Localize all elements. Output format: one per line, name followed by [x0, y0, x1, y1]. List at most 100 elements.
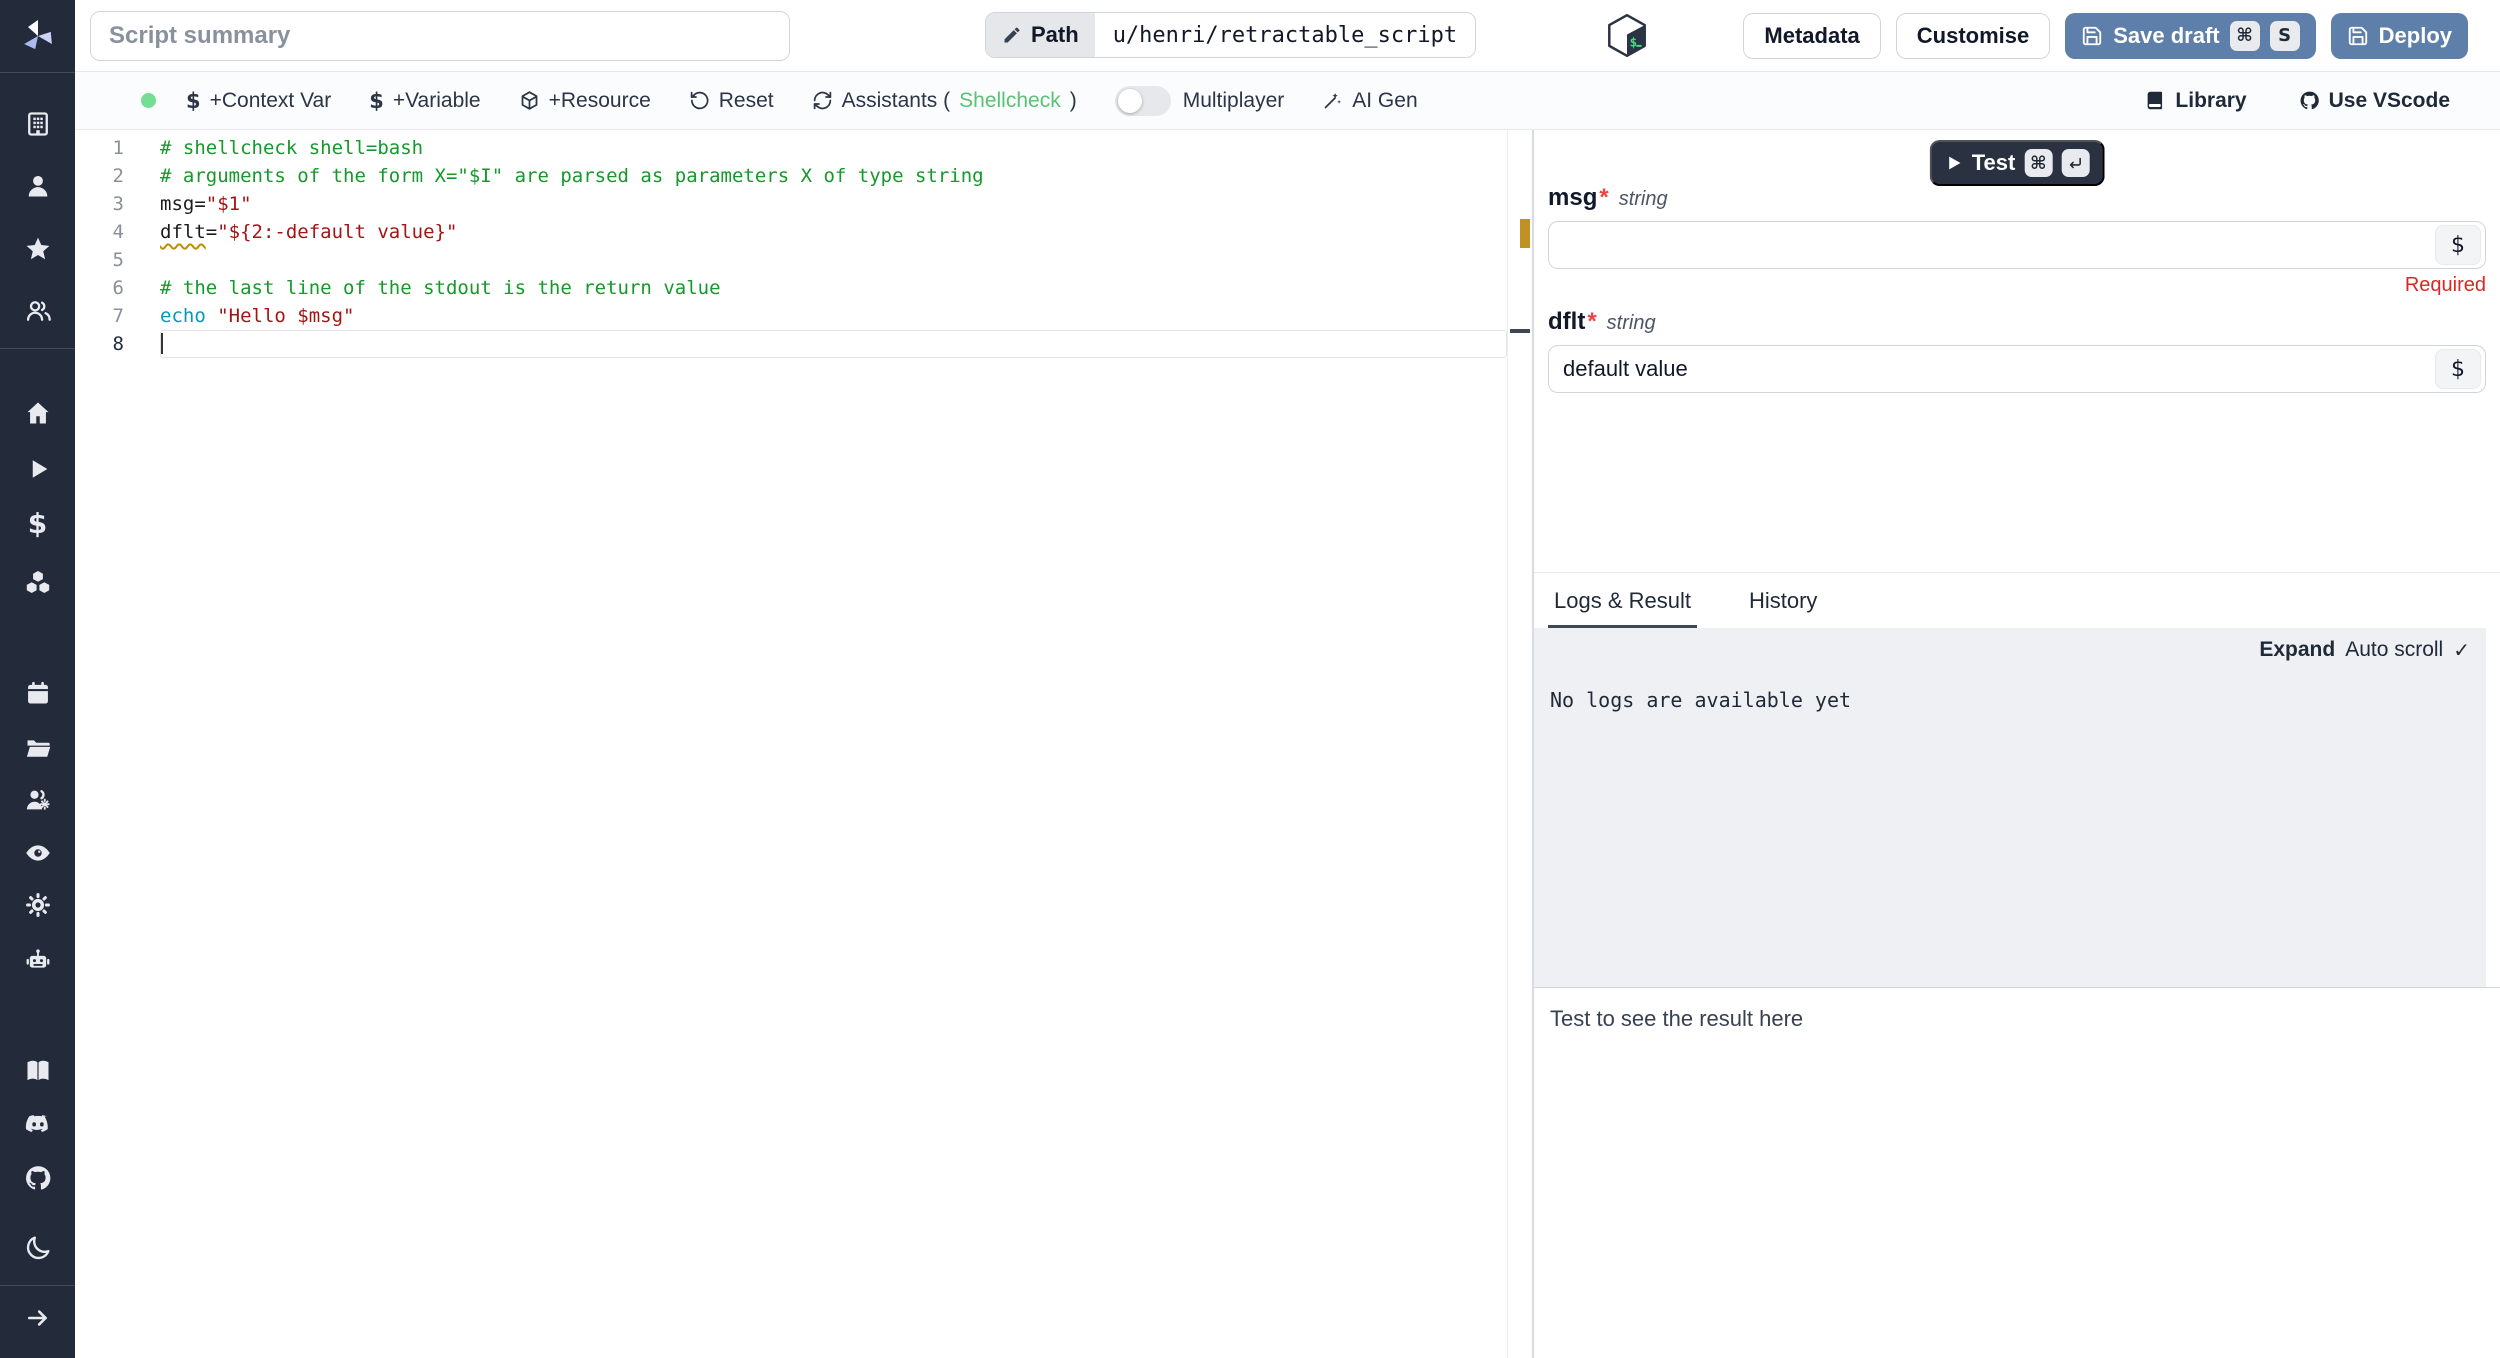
sidebar-item-schedules[interactable] [0, 665, 75, 721]
ai-gen-button[interactable]: AI Gen [1322, 88, 1418, 113]
metadata-button[interactable]: Metadata [1743, 12, 1881, 59]
topbar: Path u/henri/retractable_script $ Metada… [75, 0, 2500, 72]
msg-input[interactable] [1548, 221, 2486, 269]
add-variable-button[interactable]: $ +Variable [369, 89, 480, 113]
code-line[interactable]: # shellcheck shell=bash [160, 134, 1507, 162]
code-editor[interactable]: 1 2 3 4 5 6 7 8 # shellcheck shell=bash … [75, 130, 1532, 1358]
kbd-s: S [2269, 20, 2300, 51]
sidebar-item-users[interactable] [0, 283, 75, 339]
moon-icon [26, 1236, 50, 1260]
msg-variable-picker-button[interactable]: $ [2435, 225, 2481, 265]
book-icon [2148, 91, 2163, 110]
sidebar-item-runs[interactable] [0, 441, 75, 497]
code-line[interactable]: echo "Hello $msg" [160, 302, 1507, 330]
wand-icon [1324, 93, 1342, 109]
use-vscode-button[interactable]: Use VScode [2299, 89, 2450, 113]
sidebar-item-favorites[interactable] [0, 221, 75, 277]
code-token: "${2:-default value}" [217, 221, 458, 243]
reset-label: Reset [718, 88, 774, 112]
bash-language-icon: $ [1608, 13, 1646, 58]
sidebar-divider [0, 348, 75, 349]
logs-viewport: Expand Auto scroll ✓ No logs are availab… [1534, 628, 2486, 987]
sidebar-item-workers[interactable] [0, 932, 75, 988]
sidebar-item-github[interactable] [0, 1150, 75, 1206]
deploy-button[interactable]: Deploy [2330, 12, 2468, 59]
warning-marker [1520, 219, 1530, 248]
save-draft-button[interactable]: Save draft ⌘ S [2065, 12, 2316, 59]
sidebar-item-workspace[interactable] [0, 96, 75, 152]
line-numbers: 1 2 3 4 5 6 7 8 [75, 134, 160, 358]
add-resource-button[interactable]: +Resource [519, 89, 651, 113]
sidebar-item-groups[interactable] [0, 772, 75, 828]
sidebar-item-variables[interactable]: $ [0, 496, 75, 552]
autoscroll-checkbox[interactable]: ✓ [2453, 638, 2470, 662]
multiplayer-toggle[interactable] [1114, 85, 1171, 116]
assistants-button[interactable]: Assistants (Shellcheck) [812, 89, 1077, 113]
code-area[interactable]: # shellcheck shell=bash # arguments of t… [160, 134, 1507, 358]
code-line[interactable]: msg="$1" [160, 190, 1507, 218]
sidebar-item-resources[interactable] [0, 554, 75, 610]
metadata-label: Metadata [1764, 22, 1860, 48]
add-context-var-button[interactable]: $ +Context Var [186, 89, 331, 113]
sidebar-item-logo[interactable] [0, 8, 75, 64]
line-number: 1 [112, 137, 124, 159]
multiplayer-group: Multiplayer [1114, 85, 1284, 116]
msg-input-wrap: $ [1548, 221, 2486, 269]
tab-history[interactable]: History [1743, 573, 1823, 628]
logs-panel: Expand Auto scroll ✓ No logs are availab… [1534, 628, 2500, 988]
line-number: 6 [112, 277, 124, 299]
cube-icon [521, 91, 537, 110]
add-context-var-label: +Context Var [209, 88, 332, 112]
save-icon [2348, 26, 2367, 45]
overview-ruler[interactable] [1507, 130, 1532, 1358]
code-line-active[interactable] [160, 330, 1507, 358]
users-icon [26, 301, 51, 321]
tab-logs-result[interactable]: Logs & Result [1548, 573, 1697, 628]
reset-button[interactable]: Reset [689, 89, 774, 113]
code-line[interactable]: # the last line of the stdout is the ret… [160, 274, 1507, 302]
edit-path-button[interactable]: Path [986, 13, 1095, 57]
path-group: Path u/henri/retractable_script [985, 12, 1477, 58]
sidebar-item-user[interactable] [0, 158, 75, 214]
pane-resize-handle[interactable] [1510, 329, 1530, 333]
code-line[interactable] [160, 246, 1507, 274]
customise-button[interactable]: Customise [1895, 12, 2051, 59]
code-line[interactable]: dflt="${2:-default value}" [160, 218, 1507, 246]
test-button[interactable]: Test ⌘ [1929, 140, 2105, 186]
github-icon [2300, 91, 2319, 110]
dflt-input[interactable] [1548, 345, 2486, 393]
code-token: # arguments of the form X="$I" are parse… [160, 165, 984, 187]
script-summary-input[interactable] [90, 10, 790, 61]
assistants-label-suffix: ) [1069, 88, 1077, 112]
discord-icon [25, 1115, 48, 1133]
library-button[interactable]: Library [2145, 89, 2247, 113]
github-icon [25, 1166, 50, 1190]
kbd-cmd: ⌘ [2229, 20, 2260, 51]
sidebar-item-docs[interactable] [0, 1043, 75, 1099]
code-token: # the last line of the stdout is the ret… [160, 277, 721, 299]
dflt-variable-picker-button[interactable]: $ [2435, 349, 2481, 389]
autoscroll-label: Auto scroll [2345, 638, 2444, 661]
sidebar-item-dark-mode[interactable] [0, 1220, 75, 1276]
sidebar-item-folders[interactable] [0, 720, 75, 776]
ai-gen-label: AI Gen [1352, 88, 1418, 112]
script-path[interactable]: u/henri/retractable_script [1095, 13, 1475, 57]
code-line[interactable]: # arguments of the form X="$I" are parse… [160, 162, 1507, 190]
test-panel: Test ⌘ msg * string $ Required dflt * st… [1532, 130, 2500, 1358]
msg-field-label: msg * string [1548, 184, 2486, 212]
line-number: 3 [112, 193, 124, 215]
toggle-knob [1117, 88, 1142, 113]
dflt-input-wrap: $ [1548, 345, 2486, 393]
test-label: Test [1971, 150, 2016, 175]
result-placeholder: Test to see the result here [1550, 1006, 1804, 1031]
sidebar-item-audit-logs[interactable] [0, 825, 75, 881]
sidebar-item-discord[interactable] [0, 1096, 75, 1152]
sidebar-item-home[interactable] [0, 385, 75, 441]
line-number: 7 [112, 305, 124, 327]
sidebar-item-settings[interactable] [0, 877, 75, 933]
sidebar-expand-button[interactable] [0, 1290, 75, 1346]
line-number: 2 [112, 165, 124, 187]
assistants-label: Assistants ( [841, 88, 951, 112]
expand-button[interactable]: Expand [2259, 638, 2335, 662]
